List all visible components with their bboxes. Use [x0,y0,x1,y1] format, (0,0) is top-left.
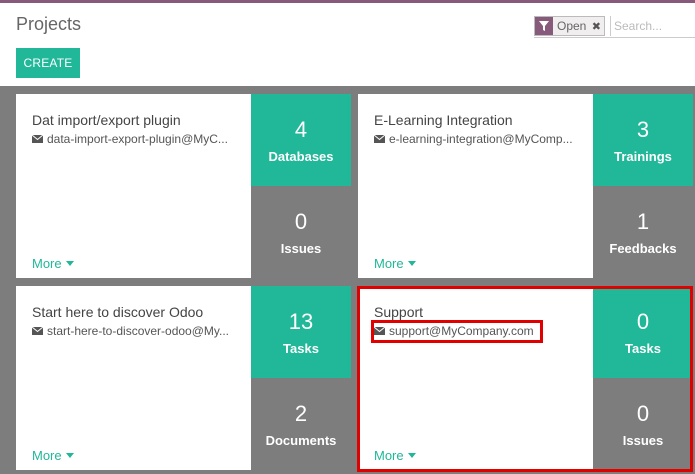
create-button[interactable]: CREATE [16,48,80,78]
email-alias-text: start-here-to-discover-odoo@My... [47,324,230,338]
email-alias-text: support@MyCompany.com [389,324,534,338]
stat-value: 0 [294,208,308,234]
caret-down-icon [65,261,74,266]
control-panel: Projects CREATE Open ✖ [0,3,695,86]
stat-tasks-button[interactable]: 13 Tasks [251,286,351,378]
project-email-alias: support@MyCompany.com [374,324,584,338]
project-card-main[interactable]: Dat import/export plugin data-import-exp… [16,94,251,278]
stat-issues-button[interactable]: 0 Issues [251,186,351,278]
envelope-icon [374,327,385,335]
stat-label: Databases [268,148,334,164]
stat-value: 1 [636,208,650,234]
stat-value: 3 [636,116,650,142]
stat-documents-button[interactable]: 2 Documents [251,378,351,470]
stat-label: Tasks [625,340,661,356]
project-name[interactable]: Dat import/export plugin [32,112,181,128]
page-title: Projects [16,14,82,34]
stat-label: Tasks [283,340,319,356]
stat-trainings-button[interactable]: 3 Trainings [593,94,693,186]
stat-issues-button[interactable]: 0 Issues [593,378,693,470]
more-dropdown[interactable]: More [374,256,416,271]
email-alias-text: data-import-export-plugin@MyC... [47,132,228,146]
stat-value: 0 [636,400,650,426]
project-card-main[interactable]: E-Learning Integration e-learning-integr… [358,94,593,278]
project-card[interactable]: Start here to discover Odoo start-here-t… [16,286,351,470]
more-dropdown[interactable]: More [374,448,416,463]
stat-value: 0 [636,308,650,334]
facet-value: Open [557,19,587,33]
project-card[interactable]: Support support@MyCompany.com More 0 Tas… [358,286,693,470]
more-label: More [32,256,62,271]
stat-label: Issues [280,240,322,256]
caret-down-icon [65,453,74,458]
project-name[interactable]: E-Learning Integration [374,112,513,128]
project-email-alias: data-import-export-plugin@MyC... [32,132,242,146]
stat-value: 2 [294,400,308,426]
more-dropdown[interactable]: More [32,448,74,463]
stat-value: 4 [294,116,308,142]
project-email-alias: e-learning-integration@MyComp... [374,132,584,146]
more-label: More [32,448,62,463]
stat-tasks-button[interactable]: 0 Tasks [593,286,693,378]
more-label: More [374,448,404,463]
more-label: More [374,256,404,271]
email-alias-text: e-learning-integration@MyComp... [389,132,573,146]
stat-databases-button[interactable]: 4 Databases [251,94,351,186]
project-card[interactable]: Dat import/export plugin data-import-exp… [16,94,351,278]
project-name[interactable]: Start here to discover Odoo [32,304,203,320]
more-dropdown[interactable]: More [32,256,74,271]
search-input[interactable] [610,16,695,36]
stat-label: Trainings [614,148,672,164]
envelope-icon [32,135,43,143]
project-email-alias: start-here-to-discover-odoo@My... [32,324,242,338]
project-card-main[interactable]: Support support@MyCompany.com More [358,286,593,470]
caret-down-icon [407,453,416,458]
envelope-icon [32,327,43,335]
search-facet-open: Open ✖ [534,16,606,36]
stat-label: Issues [622,432,664,448]
stat-label: Documents [265,432,337,448]
search-box[interactable]: Open ✖ [534,14,695,38]
project-card-main[interactable]: Start here to discover Odoo start-here-t… [16,286,251,470]
caret-down-icon [407,261,416,266]
stat-value: 13 [288,308,314,334]
project-card[interactable]: E-Learning Integration e-learning-integr… [358,94,693,278]
envelope-icon [374,135,385,143]
project-name[interactable]: Support [374,304,423,320]
facet-remove-icon[interactable]: ✖ [590,17,604,35]
filter-icon [535,17,553,35]
stat-feedbacks-button[interactable]: 1 Feedbacks [593,186,693,278]
stat-label: Feedbacks [609,240,677,256]
